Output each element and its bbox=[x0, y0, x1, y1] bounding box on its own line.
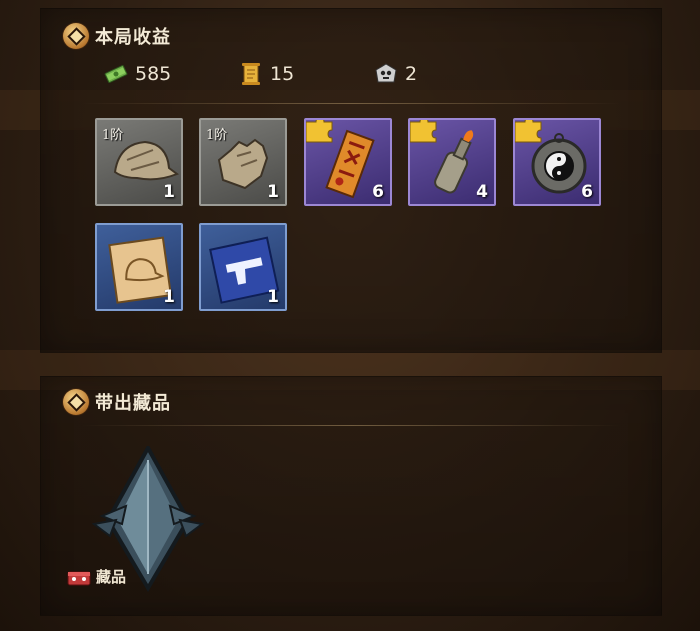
loot-grid: 1阶 1 1阶 1 6 4 6 1 1 bbox=[95, 118, 605, 311]
earnings-divider bbox=[81, 103, 621, 104]
earnings-panel: 本局收益 585 15 2 1阶 1 1阶 1 6 4 6 1 1 bbox=[40, 8, 662, 353]
item-slot-cap-blueprint[interactable]: 1 bbox=[95, 223, 183, 311]
relic-label: 藏品 bbox=[66, 566, 126, 587]
tier-label: 1阶 bbox=[102, 128, 124, 143]
puzzle-piece-icon bbox=[410, 120, 437, 143]
item-slot-taiji-amulet[interactable]: 6 bbox=[513, 118, 601, 206]
skull-token-icon bbox=[373, 61, 399, 87]
collectibles-title: 带出藏品 bbox=[95, 393, 171, 414]
resource-cash: 585 bbox=[103, 61, 238, 87]
cash-stack-icon bbox=[103, 61, 129, 87]
item-quantity: 1 bbox=[163, 287, 175, 307]
collectibles-header: 带出藏品 bbox=[63, 389, 171, 415]
item-slot-molotov[interactable]: 4 bbox=[408, 118, 496, 206]
earnings-header: 本局收益 bbox=[63, 23, 171, 49]
red-chest-icon bbox=[67, 571, 91, 585]
item-quantity: 4 bbox=[476, 182, 488, 202]
gold-scroll-icon bbox=[238, 61, 264, 87]
resource-scroll: 15 bbox=[238, 61, 373, 87]
item-slot-cap[interactable]: 1阶 1 bbox=[95, 118, 183, 206]
item-quantity: 1 bbox=[267, 287, 279, 307]
item-slot-pistol-blueprint[interactable]: 1 bbox=[199, 223, 287, 311]
section-diamond-icon bbox=[63, 23, 89, 49]
collectibles-divider bbox=[81, 425, 621, 426]
puzzle-piece-icon bbox=[306, 120, 333, 143]
resource-row: 585 15 2 bbox=[103, 61, 508, 87]
item-slot-talisman[interactable]: 6 bbox=[304, 118, 392, 206]
token-value: 2 bbox=[405, 63, 418, 85]
cash-value: 585 bbox=[135, 63, 172, 85]
item-quantity: 6 bbox=[581, 182, 593, 202]
earnings-title: 本局收益 bbox=[95, 27, 171, 48]
relic-label-text: 藏品 bbox=[96, 568, 127, 586]
item-slot-gloves[interactable]: 1阶 1 bbox=[199, 118, 287, 206]
item-quantity: 1 bbox=[163, 182, 175, 202]
tier-label: 1阶 bbox=[206, 128, 228, 143]
item-quantity: 1 bbox=[267, 182, 279, 202]
item-quantity: 6 bbox=[372, 182, 384, 202]
scroll-value: 15 bbox=[270, 63, 295, 85]
section-diamond-icon bbox=[63, 389, 89, 415]
puzzle-piece-icon bbox=[515, 120, 542, 143]
resource-token: 2 bbox=[373, 61, 508, 87]
